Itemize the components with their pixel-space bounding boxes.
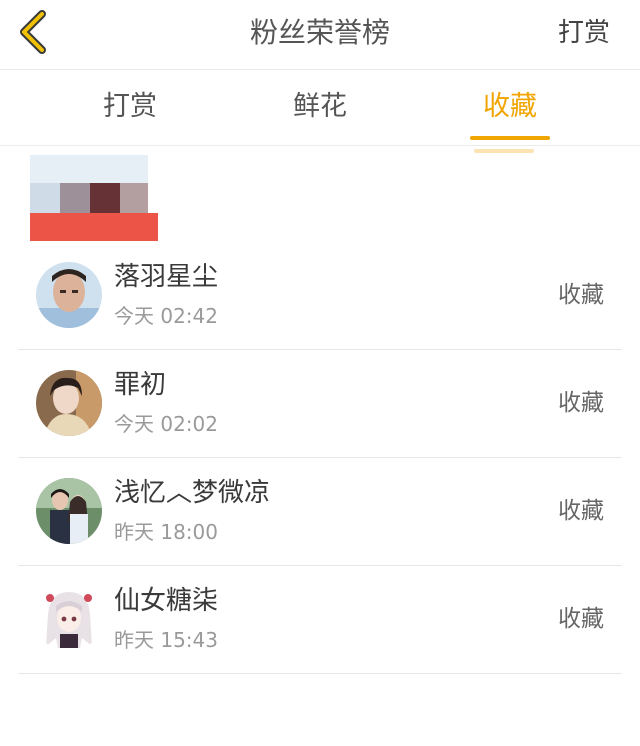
fan-name: 仙女糖柒 bbox=[114, 586, 219, 616]
user-photo-icon bbox=[36, 478, 102, 544]
anime-girl-icon bbox=[36, 586, 102, 652]
user-photo-icon bbox=[36, 370, 102, 436]
back-button[interactable] bbox=[12, 8, 56, 56]
tab-label: 打赏 bbox=[103, 91, 157, 122]
list-item[interactable]: 浅忆︿梦微凉 昨天 18:00 收藏 bbox=[18, 458, 622, 566]
avatar[interactable] bbox=[36, 586, 102, 652]
avatar[interactable] bbox=[36, 262, 102, 328]
active-tab-indicator bbox=[470, 136, 550, 140]
list-item[interactable]: 落羽星尘 今天 02:42 收藏 bbox=[18, 242, 622, 350]
tab-collect[interactable]: 收藏 bbox=[440, 70, 580, 146]
fan-name: 落羽星尘 bbox=[114, 262, 219, 292]
user-photo-icon bbox=[36, 262, 102, 328]
list-item[interactable]: 仙女糖柒 昨天 15:43 收藏 bbox=[18, 566, 622, 674]
indicator-shadow bbox=[474, 149, 534, 153]
fan-name: 浅忆︿梦微凉 bbox=[114, 478, 271, 508]
fan-name: 罪初 bbox=[114, 370, 167, 400]
fan-time: 昨天 18:00 bbox=[114, 520, 218, 544]
avatar[interactable] bbox=[36, 478, 102, 544]
reward-button[interactable]: 打赏 bbox=[558, 0, 610, 66]
tab-label: 收藏 bbox=[483, 91, 537, 122]
tab-label: 鲜花 bbox=[293, 91, 347, 122]
header-bar: 粉丝荣誉榜 打赏 bbox=[0, 0, 640, 70]
list-item[interactable]: 罪初 今天 02:02 收藏 bbox=[18, 350, 622, 458]
page-title: 粉丝荣誉榜 bbox=[249, 16, 390, 49]
fan-action-label: 收藏 bbox=[558, 498, 604, 524]
fan-list: 落羽星尘 今天 02:42 收藏 罪初 今天 02:02 收藏 浅忆︿梦微凉 昨… bbox=[18, 242, 622, 674]
tab-flowers[interactable]: 鲜花 bbox=[250, 70, 390, 146]
tab-bar: 打赏 鲜花 收藏 bbox=[0, 70, 640, 146]
chevron-left-icon bbox=[20, 10, 46, 54]
fan-time: 今天 02:02 bbox=[114, 412, 218, 436]
avatar[interactable] bbox=[36, 370, 102, 436]
fan-action-label: 收藏 bbox=[558, 606, 604, 632]
pixelated-image bbox=[30, 155, 158, 243]
fan-action-label: 收藏 bbox=[558, 390, 604, 416]
tab-reward[interactable]: 打赏 bbox=[60, 70, 200, 146]
fan-time: 今天 02:42 bbox=[114, 304, 218, 328]
fan-time: 昨天 15:43 bbox=[114, 628, 218, 652]
fan-action-label: 收藏 bbox=[558, 282, 604, 308]
